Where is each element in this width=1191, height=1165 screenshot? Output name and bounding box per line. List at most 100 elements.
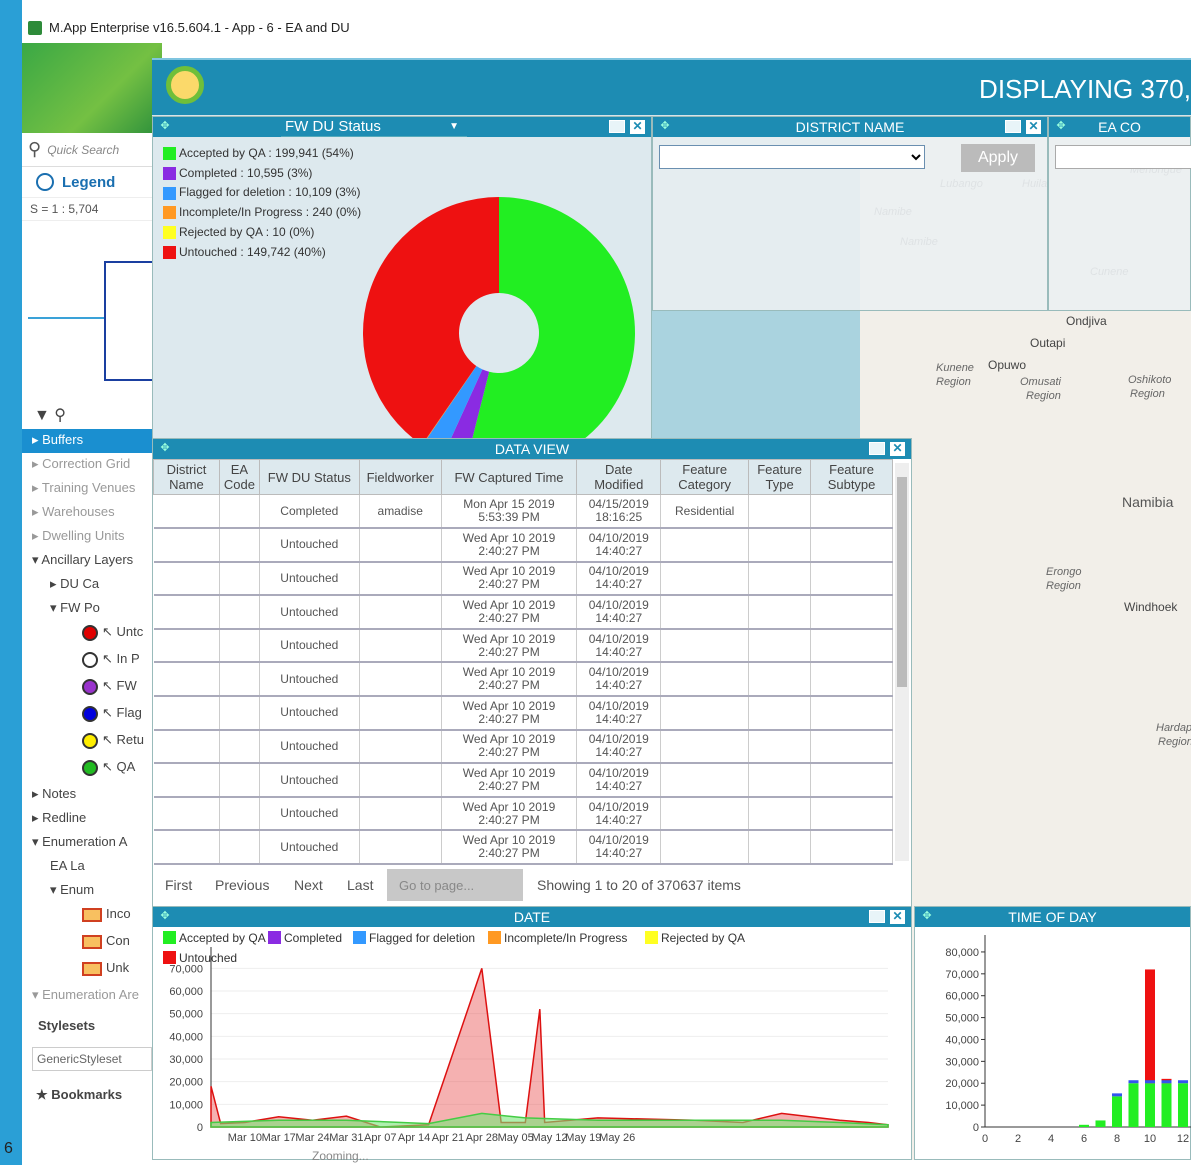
first-page-link[interactable]: First [165,877,192,893]
layer-item[interactable]: ▸ Correction Grid [22,453,162,477]
table-row[interactable]: Untouched Wed Apr 10 2019 2:40:27 PM 04/10… [153,528,893,563]
column-header[interactable]: Date Modified [576,459,662,495]
move-icon[interactable]: ✥ [1055,120,1067,132]
table-scrollbar[interactable] [895,463,909,861]
minimize-button[interactable] [609,120,625,133]
expand-arrow-icon[interactable]: ▸ [32,528,42,543]
apply-button[interactable]: Apply [961,144,1035,172]
scale-indicator[interactable]: S = 1 : 5,704 [22,197,162,221]
minimize-button[interactable] [869,910,885,923]
layer-group[interactable]: ▾ Enumeration A [22,831,162,855]
bar-flagged[interactable] [1161,1080,1172,1084]
point-symbol-item[interactable]: ↖ In P [22,648,162,675]
close-button[interactable]: ✕ [890,910,905,924]
column-header[interactable]: Fieldworker [358,459,442,495]
legend-label[interactable]: Flagged for deletion [369,931,475,945]
close-button[interactable]: ✕ [890,442,905,456]
table-row[interactable]: Completed amadise Mon Apr 15 2019 5:53:39 … [153,494,893,530]
filter-icon[interactable]: ▼ [34,407,50,424]
legend-item[interactable]: Flagged for deletion : 10,109 (3%) [163,183,360,201]
expand-arrow-icon[interactable]: ▾ [50,882,60,897]
column-header[interactable]: EA Code [218,459,260,495]
sublayer-item[interactable]: EA La [22,855,162,879]
bar-flagged[interactable] [1145,1080,1155,1084]
legend-item[interactable]: Completed : 10,595 (3%) [163,164,312,182]
layer-item[interactable]: ▸ Dwelling Units [22,525,162,549]
layer-item[interactable]: ▸ Warehouses [22,501,162,525]
layer-item[interactable]: ▸ Training Venues [22,477,162,501]
area-symbol-item[interactable]: Unk [22,957,162,984]
expand-arrow-icon[interactable]: ▸ [32,504,42,519]
ea-code-input[interactable] [1055,145,1191,169]
search-layers-icon[interactable]: ⚲ [54,407,66,424]
table-row[interactable]: Untouched Wed Apr 10 2019 2:40:27 PM 04/10… [153,763,893,798]
column-header[interactable]: Feature Type [748,459,812,495]
last-page-link[interactable]: Last [347,877,373,893]
expand-arrow-icon[interactable]: ▾ [32,552,41,567]
quick-search[interactable]: ⚲ Quick Search [22,133,162,167]
date-area-chart[interactable]: Accepted by QA Completed Flagged for delet… [153,927,911,1159]
search-icon[interactable]: ⚲ [28,139,41,160]
legend-label[interactable]: Completed [284,931,342,945]
column-header[interactable]: Feature Subtype [810,459,893,495]
expand-arrow-icon[interactable]: ▸ [32,480,42,495]
legend-item[interactable]: Incomplete/In Progress : 240 (0%) [163,203,361,221]
bar-untouched[interactable] [1145,969,1155,1084]
district-select[interactable] [659,145,925,169]
styleset-select[interactable]: GenericStyleset [32,1047,152,1071]
layer-item[interactable]: ▸ Buffers [22,429,162,453]
legend-item[interactable]: Accepted by QA : 199,941 (54%) [163,144,354,162]
search-input[interactable]: Quick Search [47,143,119,157]
overview-map[interactable] [22,221,162,401]
time-of-day-bar-chart[interactable]: 0 10,000 20,000 30,000 40,000 50,000 60,000 70,… [915,927,1191,1159]
sublayer-item[interactable]: ▾ FW Po [22,597,162,621]
scrollbar-thumb[interactable] [897,477,907,687]
move-icon[interactable]: ✥ [159,442,171,454]
expand-arrow-icon[interactable]: ▾ [32,987,42,1002]
minimize-button[interactable] [1005,120,1021,133]
point-symbol-item[interactable]: ↖ FW [22,675,162,702]
expand-arrow-icon[interactable]: ▸ [32,810,42,825]
scale-value[interactable]: 5,704 [68,202,98,216]
expand-arrow-icon[interactable]: ▾ [50,600,60,615]
expand-arrow-icon[interactable]: ▸ [32,432,42,447]
previous-page-link[interactable]: Previous [215,877,269,893]
column-header[interactable]: FW Captured Time [440,459,578,495]
legend-item[interactable]: Rejected by QA : 10 (0%) [163,223,314,241]
table-row[interactable]: Untouched Wed Apr 10 2019 2:40:27 PM 04/10… [153,696,893,731]
legend-label[interactable]: Accepted by QA [179,931,266,945]
point-symbol-item[interactable]: ↖ QA [22,756,162,783]
table-row[interactable]: Untouched Wed Apr 10 2019 2:40:27 PM 04/10… [153,729,893,765]
bar-accepted[interactable] [1095,1120,1106,1127]
column-header[interactable]: FW DU Status [258,459,360,495]
layer-group[interactable]: ▸ Notes [22,783,162,807]
table-row[interactable]: Untouched Wed Apr 10 2019 2:40:27 PM 04/10… [153,830,893,866]
close-button[interactable]: ✕ [1026,120,1041,134]
legend-label[interactable]: Incomplete/In Progress [504,931,627,945]
legend-item[interactable]: Untouched : 149,742 (40%) [163,243,326,261]
goto-page-input[interactable]: Go to page... [387,869,523,901]
column-header[interactable]: Feature Category [660,459,750,495]
bar-accepted[interactable] [1128,1083,1139,1127]
minimize-button[interactable] [869,442,885,455]
expand-arrow-icon[interactable]: ▸ [32,456,42,471]
close-button[interactable]: ✕ [630,120,645,134]
bar-accepted[interactable] [1145,1083,1155,1127]
expand-arrow-icon[interactable]: ▸ [32,786,42,801]
bar-flagged[interactable] [1178,1080,1188,1084]
layer-item[interactable]: ▾ Ancillary Layers [22,549,162,573]
move-icon[interactable]: ✥ [159,910,171,922]
bar-flagged[interactable] [1128,1080,1139,1084]
bar-flagged[interactable] [1112,1093,1122,1097]
sublayer-item[interactable]: ▸ DU Ca [22,573,162,597]
point-symbol-item[interactable]: ↖ Flag [22,702,162,729]
table-row[interactable]: Untouched Wed Apr 10 2019 2:40:27 PM 04/10… [153,561,893,597]
layer-group[interactable]: ▸ Redline [22,807,162,831]
move-icon[interactable]: ✥ [159,120,171,132]
point-symbol-item[interactable]: ↖ Retu [22,729,162,756]
bar-accepted[interactable] [1161,1083,1172,1127]
legend-button[interactable]: Legend [22,167,162,197]
status-field-select[interactable]: FW DU Status ▼ [281,117,467,137]
column-header[interactable]: District Name [153,459,220,495]
area-symbol-item[interactable]: Inco [22,903,162,930]
